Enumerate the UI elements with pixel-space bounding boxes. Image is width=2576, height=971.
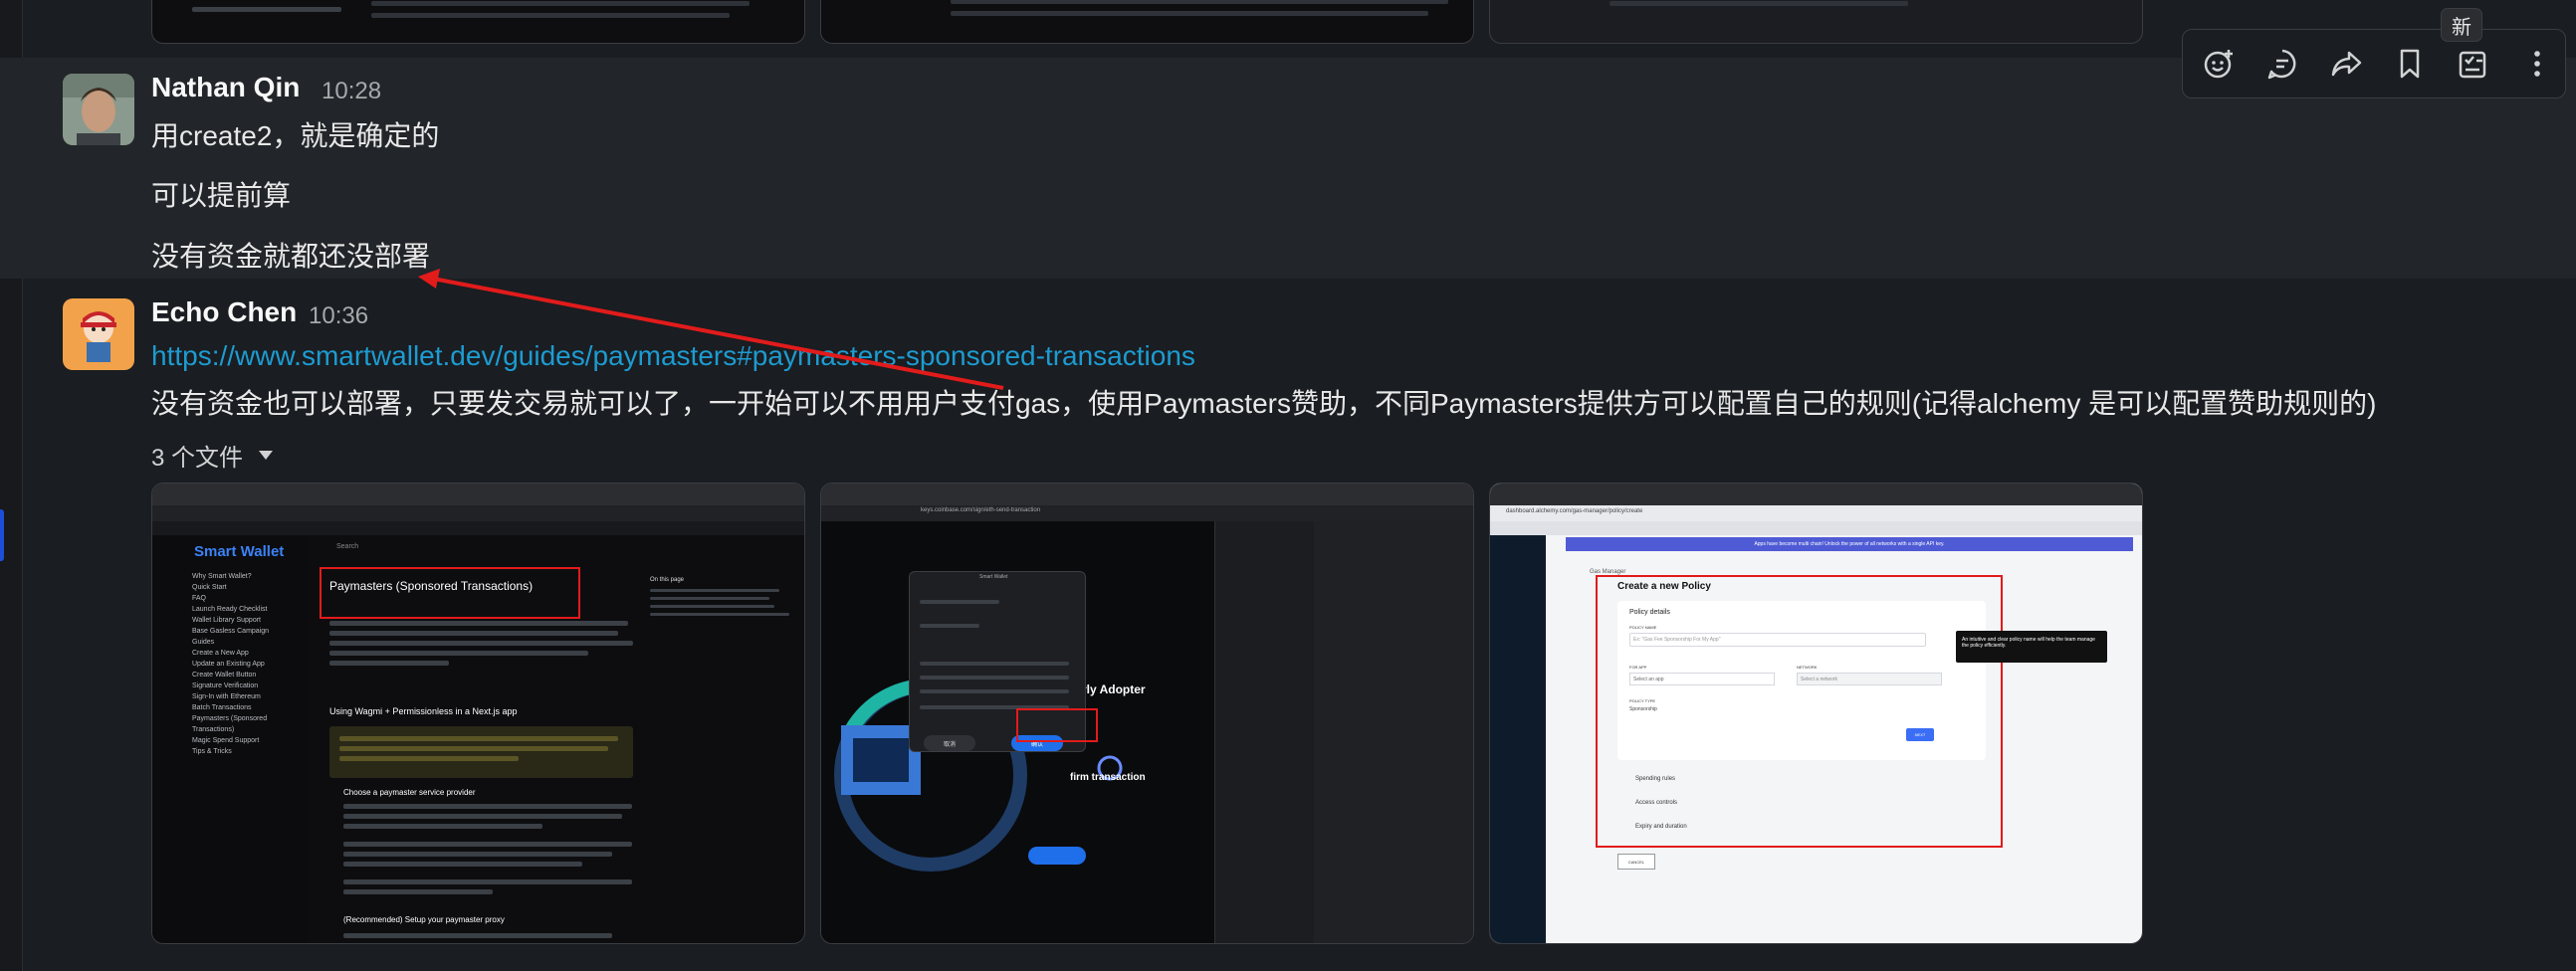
docs-nav: Why Smart Wallet? Quick Start FAQ Launch Re…: [192, 571, 307, 757]
docs-brand: Smart Wallet: [194, 543, 285, 560]
docs-nav-item[interactable]: Create a New App: [192, 648, 307, 659]
attachment-alchemy-dashboard[interactable]: dashboard.alchemy.com/gas-manager/policy…: [1489, 483, 2143, 944]
docs-step1: Choose a paymaster service provider: [343, 788, 476, 797]
docs-section: Using Wagmi + Permissionless in a Next.j…: [329, 706, 518, 716]
docs-nav-item[interactable]: Quick Start: [192, 582, 307, 593]
policy-type-value[interactable]: Sponsorship: [1629, 706, 1657, 712]
reply-in-thread-button[interactable]: [2262, 44, 2302, 84]
docs-nav-item[interactable]: Launch Ready Checklist: [192, 604, 307, 615]
add-task-button[interactable]: [2454, 44, 2493, 84]
docs-nav-item[interactable]: Guides: [192, 637, 307, 648]
docs-nav-item[interactable]: Wallet Library Support: [192, 615, 307, 626]
docs-on-this-page: On this page: [650, 577, 685, 583]
files-count-label: 3 个文件: [151, 445, 244, 472]
docs-step2: (Recommended) Setup your paymaster proxy: [343, 915, 505, 924]
tab-url: dashboard.alchemy.com/gas-manager/policy…: [1506, 508, 1643, 514]
prev-attachment-1[interactable]: [151, 0, 805, 44]
policy-details-card: Policy details POLICY NAME Ex: "Gas Fee …: [1617, 601, 1986, 760]
dialog-title: Smart Wallet: [979, 574, 1008, 580]
message-line: 用create2，就是确定的: [151, 120, 440, 151]
promo-confirm: firm transaction: [1070, 772, 1146, 783]
policy-type-label: POLICY TYPE: [1629, 698, 1656, 703]
access-controls-section[interactable]: Access controls: [1635, 800, 1677, 806]
avatar[interactable]: [63, 298, 134, 370]
message-line: 可以提前算: [151, 180, 292, 211]
avatar-echo-icon: [63, 298, 134, 370]
reply-in-thread-icon: [2267, 49, 2296, 80]
forward-icon: [2331, 51, 2362, 77]
prev-attachment-2[interactable]: [820, 0, 1474, 44]
docs-nav-item[interactable]: FAQ: [192, 593, 307, 604]
policy-details-label: Policy details: [1629, 609, 1670, 616]
message-line: 没有资金就都还没部署: [151, 241, 431, 272]
author-name[interactable]: Echo Chen: [151, 296, 297, 328]
annotation-box: [320, 567, 580, 619]
forward-button[interactable]: [2326, 44, 2366, 84]
docs-nav-item[interactable]: Magic Spend Support: [192, 735, 307, 746]
network-select[interactable]: Select a network: [1797, 673, 1942, 685]
more-actions-button[interactable]: [2517, 44, 2557, 84]
message-link[interactable]: https://www.smartwallet.dev/guides/payma…: [151, 340, 1195, 372]
docs-nav-item[interactable]: Signature Verification: [192, 680, 307, 691]
timestamp[interactable]: 10:36: [309, 302, 368, 330]
attachment-smartwallet-docs[interactable]: Smart Wallet Why Smart Wallet? Quick Star…: [151, 483, 805, 944]
tab-url: keys.coinbase.com/sign/eth-send-transact…: [921, 507, 1041, 513]
network-label: NETWORK: [1797, 665, 1818, 670]
avatar-nathan-icon: [63, 74, 134, 145]
add-reaction-icon: [2204, 50, 2233, 79]
spending-rules-section[interactable]: Spending rules: [1635, 776, 1675, 782]
docs-nav-item[interactable]: Update an Existing App: [192, 659, 307, 670]
annotation-box: [1016, 708, 1098, 742]
tooltip: An intuitive and clear policy name will …: [1956, 631, 2107, 663]
app-select[interactable]: Select an app: [1629, 673, 1775, 685]
docs-sidebar: Smart Wallet Why Smart Wallet? Quick Star…: [152, 535, 307, 943]
for-app-label: FOR APP: [1629, 665, 1647, 670]
message-text: 没有资金也可以部署，只要发交易就可以了，一开始可以不用用户支付gas，使用Pay…: [151, 388, 2377, 419]
next-button[interactable]: NEXT: [1906, 728, 1934, 741]
docs-heading: Paymasters (Sponsored Transactions): [329, 579, 534, 593]
docs-nav-item[interactable]: Base Gasless Campaign: [192, 626, 307, 637]
cancel-button[interactable]: CANCEL: [1617, 854, 1655, 870]
prev-attachment-3[interactable]: [1489, 0, 2143, 44]
bookmark-icon: [2400, 49, 2420, 79]
policy-name-label: POLICY NAME: [1629, 625, 1657, 630]
docs-nav-item[interactable]: Why Smart Wallet?: [192, 571, 307, 582]
dialog-cancel-button[interactable]: 取消: [924, 735, 975, 751]
promo-banner: Apps have become multi chain! Unlock the…: [1566, 537, 2133, 551]
new-badge: 新: [2441, 8, 2482, 42]
docs-nav-item[interactable]: Create Wallet Button: [192, 670, 307, 680]
more-vertical-icon: [2534, 51, 2540, 77]
docs-nav-item[interactable]: Batch Transactions: [192, 702, 307, 713]
author-name[interactable]: Nathan Qin: [151, 72, 300, 103]
avatar[interactable]: [63, 74, 134, 145]
docs-search[interactable]: Search: [336, 543, 358, 550]
bookmark-button[interactable]: [2390, 44, 2430, 84]
docs-nav-item[interactable]: Tips & Tricks: [192, 746, 307, 757]
attachment-confirm-transaction[interactable]: keys.coinbase.com/sign/eth-send-transact…: [820, 483, 1474, 944]
chevron-down-icon: [259, 451, 274, 460]
docs-nav-item[interactable]: Paymasters (Sponsored Transactions): [192, 713, 307, 735]
timestamp[interactable]: 10:28: [322, 78, 381, 105]
add-reaction-button[interactable]: [2199, 44, 2239, 84]
policy-name-input[interactable]: Ex: "Gas Fee Sponsorship For My App": [1629, 633, 1926, 647]
message-actions-toolbar: [2182, 29, 2566, 98]
docs-nav-item[interactable]: Sign-In with Ethereum: [192, 691, 307, 702]
expiry-section[interactable]: Expiry and duration: [1635, 824, 1687, 830]
add-task-icon: [2459, 51, 2486, 79]
files-toggle[interactable]: 3 个文件: [151, 438, 274, 473]
